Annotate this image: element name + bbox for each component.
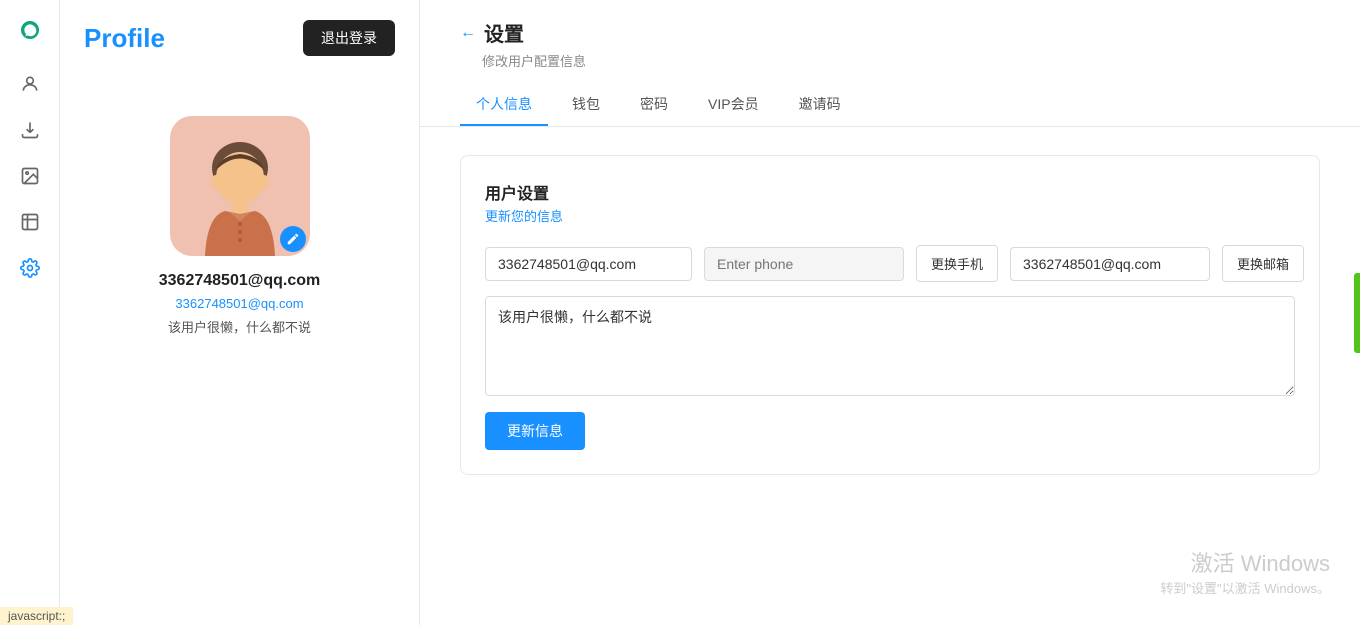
logout-button[interactable]: 退出登录: [303, 20, 395, 56]
page-subtitle: 修改用户配置信息: [460, 51, 1320, 70]
content-area: 用户设置 更新您的信息 更换手机 更换邮箱 该用户很懒，什么都不说 更新信息: [420, 127, 1360, 503]
update-button[interactable]: 更新信息: [485, 412, 585, 450]
settings-nav-icon[interactable]: [16, 254, 44, 282]
avatar-edit-button[interactable]: [280, 226, 306, 252]
form-row-1: 更换手机 更换邮箱: [485, 245, 1295, 282]
settings-card-title: 用户设置: [485, 180, 1295, 204]
page-header-top: ← 设置: [460, 18, 1320, 47]
tab-invite[interactable]: 邀请码: [783, 84, 857, 126]
tabs: 个人信息 钱包 密码 VIP会员 邀请码: [460, 84, 1320, 126]
change-email-input[interactable]: [1010, 247, 1210, 281]
image-icon[interactable]: [16, 162, 44, 190]
icon-rail: [0, 0, 60, 625]
plugin-icon[interactable]: [16, 208, 44, 236]
user-email-main: 3362748501@qq.com: [159, 272, 320, 290]
back-button[interactable]: ←: [460, 24, 476, 42]
tab-personal[interactable]: 个人信息: [460, 84, 548, 126]
main-content: ← 设置 修改用户配置信息 个人信息 钱包 密码 VIP会员 邀请码 用户设置 …: [420, 0, 1360, 625]
tab-vip[interactable]: VIP会员: [692, 84, 775, 126]
tab-wallet[interactable]: 钱包: [556, 84, 616, 126]
user-email-sub: 3362748501@qq.com: [175, 296, 303, 311]
change-phone-button[interactable]: 更换手机: [916, 245, 998, 282]
bio-textarea[interactable]: 该用户很懒，什么都不说: [485, 296, 1295, 396]
page-header: ← 设置 修改用户配置信息 个人信息 钱包 密码 VIP会员 邀请码: [420, 0, 1360, 127]
user-bio: 该用户很懒，什么都不说: [168, 317, 311, 336]
avatar-wrapper: [170, 116, 310, 256]
sidebar-title: Profile: [84, 23, 165, 54]
page-title: 设置: [484, 18, 524, 47]
settings-card: 用户设置 更新您的信息 更换手机 更换邮箱 该用户很懒，什么都不说 更新信息: [460, 155, 1320, 475]
change-email-button[interactable]: 更换邮箱: [1222, 245, 1304, 282]
download-icon[interactable]: [16, 116, 44, 144]
sidebar: Profile 退出登录: [60, 0, 420, 625]
sidebar-header: Profile 退出登录: [84, 20, 395, 56]
settings-card-subtitle: 更新您的信息: [485, 206, 1295, 225]
status-bar: javascript:;: [0, 607, 73, 625]
status-text: javascript:;: [8, 609, 65, 623]
phone-input[interactable]: [704, 247, 904, 281]
email-input[interactable]: [485, 247, 692, 281]
user-profile-icon[interactable]: [16, 70, 44, 98]
logo-icon[interactable]: [14, 14, 46, 46]
green-bar: [1354, 273, 1360, 353]
tab-password[interactable]: 密码: [624, 84, 684, 126]
